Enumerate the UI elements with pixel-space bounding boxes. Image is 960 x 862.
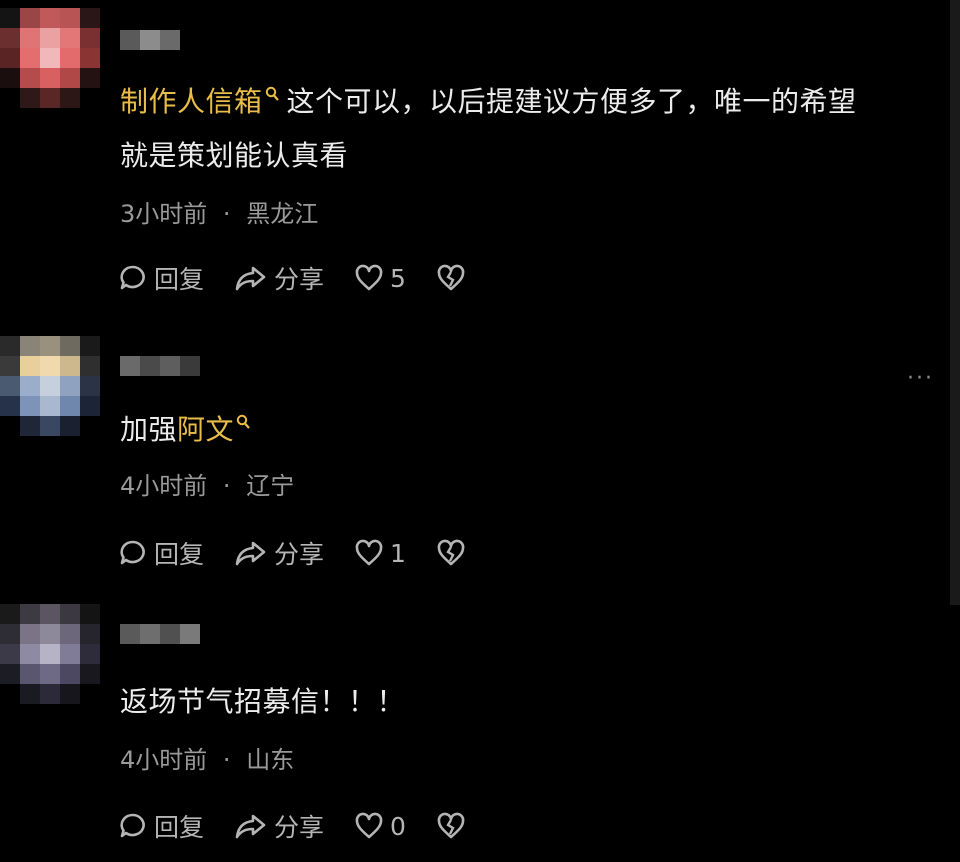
share-button[interactable]: 分享 (234, 260, 324, 296)
avatar[interactable] (0, 336, 100, 436)
search-icon (265, 86, 279, 101)
comment-text: 制作人信箱 这个可以，以后提建议方便多了，唯一的希望 (120, 85, 857, 118)
comment-bubble-icon (120, 813, 145, 838)
avatar[interactable] (0, 604, 100, 704)
avatar[interactable] (0, 8, 100, 108)
dislike-button[interactable] (436, 812, 472, 840)
comment-meta: 3小时前 · 黑龙江 (120, 194, 318, 229)
dislike-button[interactable] (436, 264, 472, 292)
separator: · (222, 200, 231, 228)
location: 黑龙江 (246, 200, 319, 228)
share-button[interactable]: 分享 (234, 808, 324, 844)
like-button[interactable]: 5 (354, 264, 406, 293)
share-arrow-icon (235, 266, 266, 291)
location: 山东 (246, 746, 295, 774)
broken-heart-icon (437, 812, 465, 839)
broken-heart-icon (437, 539, 465, 566)
like-button[interactable]: 1 (354, 539, 406, 568)
comment-actions: 回复 分享 1 (118, 533, 502, 573)
mention-link[interactable]: 阿文 (177, 413, 234, 446)
more-icon: ··· (907, 366, 934, 391)
separator: · (222, 746, 231, 774)
like-button[interactable]: 0 (354, 812, 406, 841)
like-count: 0 (390, 811, 406, 841)
location: 辽宁 (246, 472, 295, 500)
more-options-button[interactable]: ··· (907, 366, 934, 391)
comment-bubble-icon (120, 540, 145, 565)
username-blurred[interactable] (120, 624, 200, 644)
comment-text: 加强阿文 (120, 410, 258, 450)
comment-actions: 回复 分享 0 (118, 806, 502, 846)
timestamp: 4小时前 (120, 746, 208, 774)
like-count: 1 (390, 538, 406, 568)
reply-button[interactable]: 回复 (118, 260, 204, 296)
reply-button[interactable]: 回复 (118, 535, 204, 571)
dislike-button[interactable] (436, 539, 472, 567)
separator: · (222, 472, 231, 500)
mention-link[interactable]: 制作人信箱 (120, 85, 263, 118)
search-icon (236, 414, 250, 429)
heart-icon (355, 539, 383, 566)
comment-text: 返场节气招募信！！！ (120, 685, 406, 718)
share-button[interactable]: 分享 (234, 535, 324, 571)
username-blurred[interactable] (120, 30, 180, 50)
like-count: 5 (390, 263, 406, 293)
share-arrow-icon (235, 541, 266, 566)
comment-meta: 4小时前 · 辽宁 (120, 466, 294, 501)
timestamp: 4小时前 (120, 472, 208, 500)
username-blurred[interactable] (120, 356, 200, 376)
scrollbar[interactable] (950, 0, 960, 605)
share-arrow-icon (235, 814, 266, 839)
heart-icon (355, 264, 383, 291)
comment-text-line2: 就是策划能认真看 (120, 139, 349, 172)
comment-meta: 4小时前 · 山东 (120, 740, 294, 775)
comment-actions: 回复 分享 5 (118, 258, 502, 298)
timestamp: 3小时前 (120, 200, 208, 228)
broken-heart-icon (437, 264, 465, 291)
heart-icon (355, 812, 383, 839)
comment-bubble-icon (120, 265, 145, 290)
reply-button[interactable]: 回复 (118, 808, 204, 844)
